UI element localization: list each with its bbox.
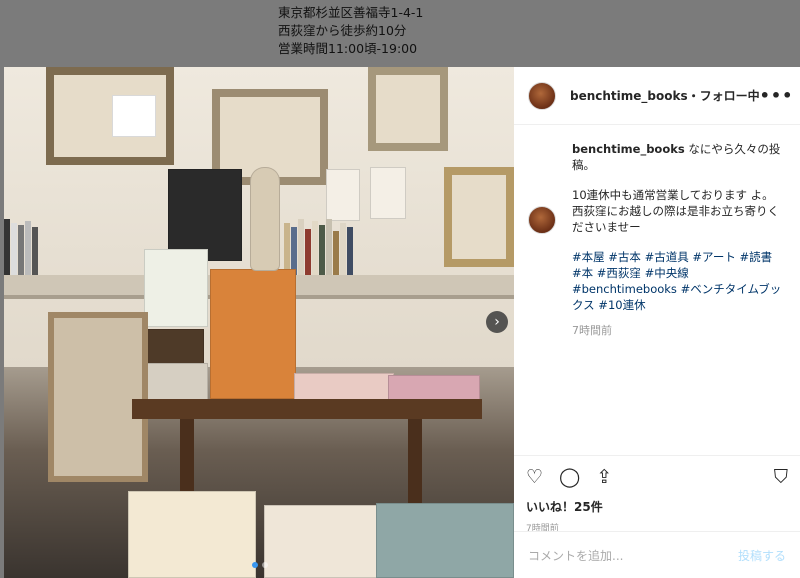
photo-card: [370, 167, 406, 219]
carousel-dot: [262, 562, 268, 568]
caption-row: benchtime_books なにやら久々の投稿。 10連休中も通常営業してお…: [514, 141, 800, 203]
likes-count[interactable]: いいね！25件: [526, 498, 788, 515]
photo-card: [326, 169, 360, 221]
photo-frame: [444, 167, 514, 267]
username-link[interactable]: benchtime_books: [570, 89, 688, 103]
table: [132, 399, 482, 419]
action-bar: ♡ ◯ ⇪ ⛉ いいね！25件 7時間前: [514, 455, 800, 534]
post-header: benchtime_books・フォロー中 •••: [514, 67, 800, 125]
more-options-icon[interactable]: •••: [760, 86, 794, 105]
post-sidebar: benchtime_books・フォロー中 ••• benchtime_book…: [514, 67, 800, 578]
book-cover: [264, 505, 386, 578]
vase: [250, 167, 280, 271]
caption-timestamp: 7時間前: [572, 324, 612, 337]
book-row: [4, 217, 38, 275]
wooden-block: [144, 329, 204, 365]
photo-frame: [368, 67, 448, 151]
post-photo[interactable]: ›: [4, 67, 514, 578]
carousel-dot-active: [252, 562, 258, 568]
heart-icon[interactable]: ♡: [526, 467, 543, 487]
address-line: 東京都杉並区善福寺1-4-1: [278, 5, 424, 20]
book-cover: [376, 503, 514, 578]
caption-line: 西荻窪にお越しの際は是非お立ち寄りくださいませー: [572, 204, 779, 234]
carousel-indicator: [252, 562, 268, 568]
bookmark-icon[interactable]: ⛉: [774, 467, 788, 487]
book-cover: [168, 169, 242, 261]
book-cover: [128, 491, 256, 578]
book-row: [284, 217, 353, 275]
caption-text: benchtime_books なにやら久々の投稿。 10連休中も通常営業してお…: [572, 141, 784, 203]
caption-area: benchtime_books なにやら久々の投稿。 10連休中も通常営業してお…: [514, 141, 800, 351]
access-line: 西荻窪から徒歩約10分: [278, 23, 407, 38]
share-icon[interactable]: ⇪: [596, 467, 612, 487]
caption-row: 西荻窪にお越しの際は是非お立ち寄りくださいませー #本屋 #古本 #古道具 #ア…: [514, 203, 800, 339]
post-comment-button[interactable]: 投稿する: [738, 547, 786, 564]
book-cover: [144, 249, 208, 327]
carousel-next-button[interactable]: ›: [486, 311, 508, 333]
avatar[interactable]: [528, 206, 556, 234]
chevron-right-icon: ›: [494, 314, 500, 330]
hashtags[interactable]: #本屋 #古本 #古道具 #アート #読書 #本 #西荻窪 #中央線 #benc…: [572, 249, 784, 313]
caption-username[interactable]: benchtime_books: [572, 142, 685, 156]
add-comment-bar: コメントを追加... 投稿する: [514, 531, 800, 578]
comment-icon[interactable]: ◯: [559, 467, 580, 487]
username-follow: benchtime_books・フォロー中: [570, 87, 760, 104]
bookcase: [48, 312, 148, 482]
hours-line: 営業時間11:00頃-19:00: [278, 41, 418, 56]
stone-block: [138, 363, 208, 401]
action-icons: ♡ ◯ ⇪ ⛉: [526, 464, 788, 490]
comment-input[interactable]: コメントを追加...: [528, 547, 623, 564]
follow-status[interactable]: ・フォロー中: [688, 89, 760, 103]
book-cover: [210, 269, 296, 399]
photo-card: [112, 95, 156, 137]
avatar[interactable]: [528, 81, 556, 110]
caption-text: 西荻窪にお越しの際は是非お立ち寄りくださいませー #本屋 #古本 #古道具 #ア…: [572, 203, 784, 339]
address-block: 東京都杉並区善福寺1-4-1 西荻窪から徒歩約10分 営業時間11:00頃-19…: [278, 4, 423, 58]
caption-line: 10連休中も通常営業しております よ。: [572, 188, 774, 202]
